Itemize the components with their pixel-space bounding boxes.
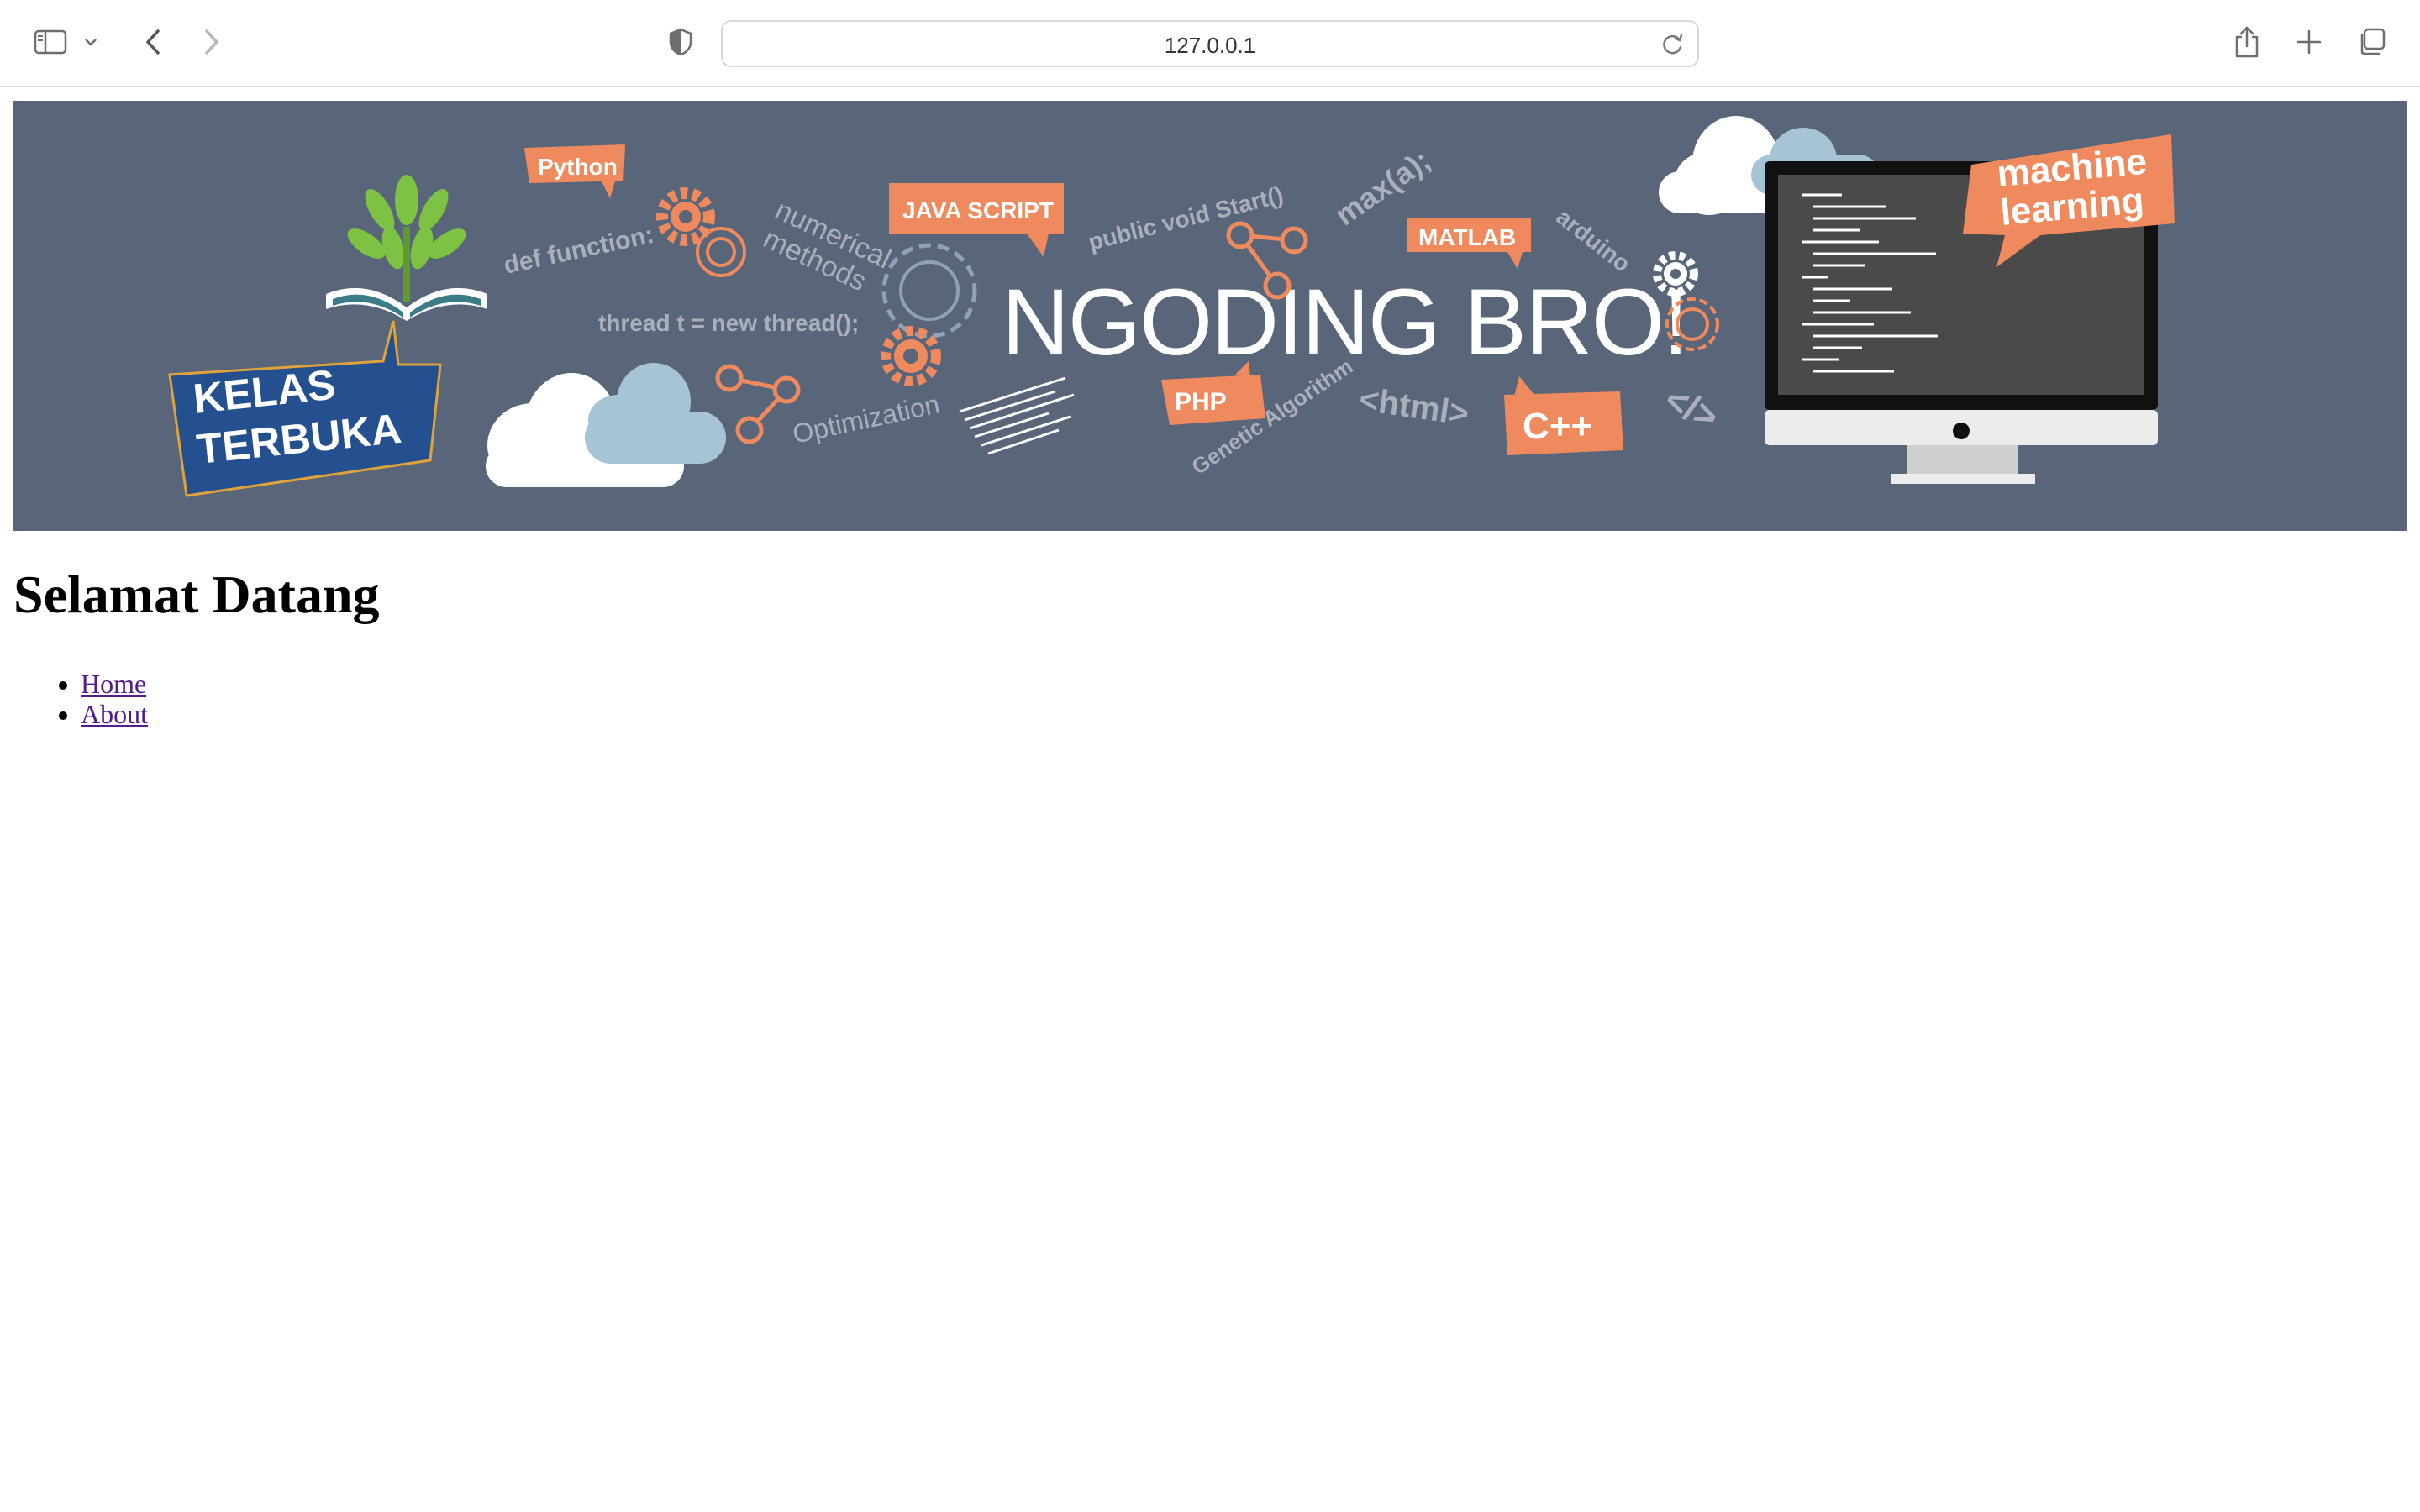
- def-function-text: def function:: [502, 221, 657, 280]
- banner-illustration: KELAS TERBUKA Python def function: numer…: [168, 116, 2175, 497]
- svg-text:C++: C++: [1523, 406, 1592, 447]
- chevron-down-icon: [85, 39, 97, 46]
- forward-icon: [205, 29, 218, 55]
- cpp-tag: C++: [1504, 376, 1623, 455]
- reload-button[interactable]: [1657, 29, 1689, 60]
- privacy-report-button[interactable]: [660, 22, 701, 62]
- svg-text:JAVA SCRIPT: JAVA SCRIPT: [902, 197, 1054, 223]
- address-bar[interactable]: 127.0.0.1: [721, 20, 1699, 67]
- hero-banner: KELAS TERBUKA Python def function: numer…: [13, 101, 2407, 531]
- nav-link-home[interactable]: Home: [81, 669, 146, 699]
- tabs-overview-icon: [2360, 28, 2386, 55]
- tab-group-menu-button[interactable]: [77, 22, 104, 62]
- svg-text:Python: Python: [538, 154, 618, 180]
- reload-icon: [1663, 34, 1683, 55]
- gear-orange-icon: [881, 326, 941, 386]
- list-item: About: [81, 699, 148, 729]
- page-title: Selamat Datang: [13, 564, 380, 624]
- javascript-tag: JAVA SCRIPT: [889, 183, 1064, 257]
- share-icon: [2235, 26, 2259, 58]
- share-node-icon: [715, 364, 801, 444]
- list-item: Home: [81, 669, 148, 699]
- kelas-terbuka-badge: KELAS TERBUKA: [168, 320, 442, 497]
- sidebar-toggle-button[interactable]: [30, 22, 71, 62]
- public-void-text: public void Start(): [1086, 181, 1286, 255]
- new-tab-button[interactable]: [2289, 22, 2329, 62]
- cloud-left: [486, 363, 726, 487]
- arduino-text: arduino: [1551, 203, 1635, 277]
- share-button[interactable]: [2227, 22, 2267, 62]
- back-icon: [146, 29, 160, 55]
- nav-link-about[interactable]: About: [81, 699, 148, 729]
- optimization-text: Optimization: [790, 389, 942, 449]
- closing-tag-text: </>: [1659, 379, 1724, 438]
- thread-text: thread t = new thread();: [598, 310, 859, 336]
- tab-overview-button[interactable]: [2351, 22, 2391, 62]
- forward-button[interactable]: [192, 22, 232, 62]
- nav-list: Home About: [13, 669, 148, 729]
- svg-text:PHP: PHP: [1175, 388, 1227, 416]
- html-tag-text: <html>: [1357, 381, 1471, 433]
- gear-icon: [656, 187, 746, 277]
- browser-toolbar: 127.0.0.1: [0, 0, 2420, 87]
- address-bar-url: 127.0.0.1: [1164, 33, 1256, 58]
- back-button[interactable]: [133, 22, 173, 62]
- code-lines-decoration: [959, 376, 1075, 455]
- sidebar-icon: [34, 29, 67, 55]
- python-tag: Python: [524, 144, 625, 198]
- matlab-tag: MATLAB: [1407, 218, 1531, 269]
- shield-icon: [669, 28, 692, 56]
- new-tab-icon: [2296, 29, 2322, 55]
- book-tree-logo: [326, 175, 487, 321]
- gear-outline-icon: [881, 243, 977, 339]
- svg-text:MATLAB: MATLAB: [1418, 224, 1516, 250]
